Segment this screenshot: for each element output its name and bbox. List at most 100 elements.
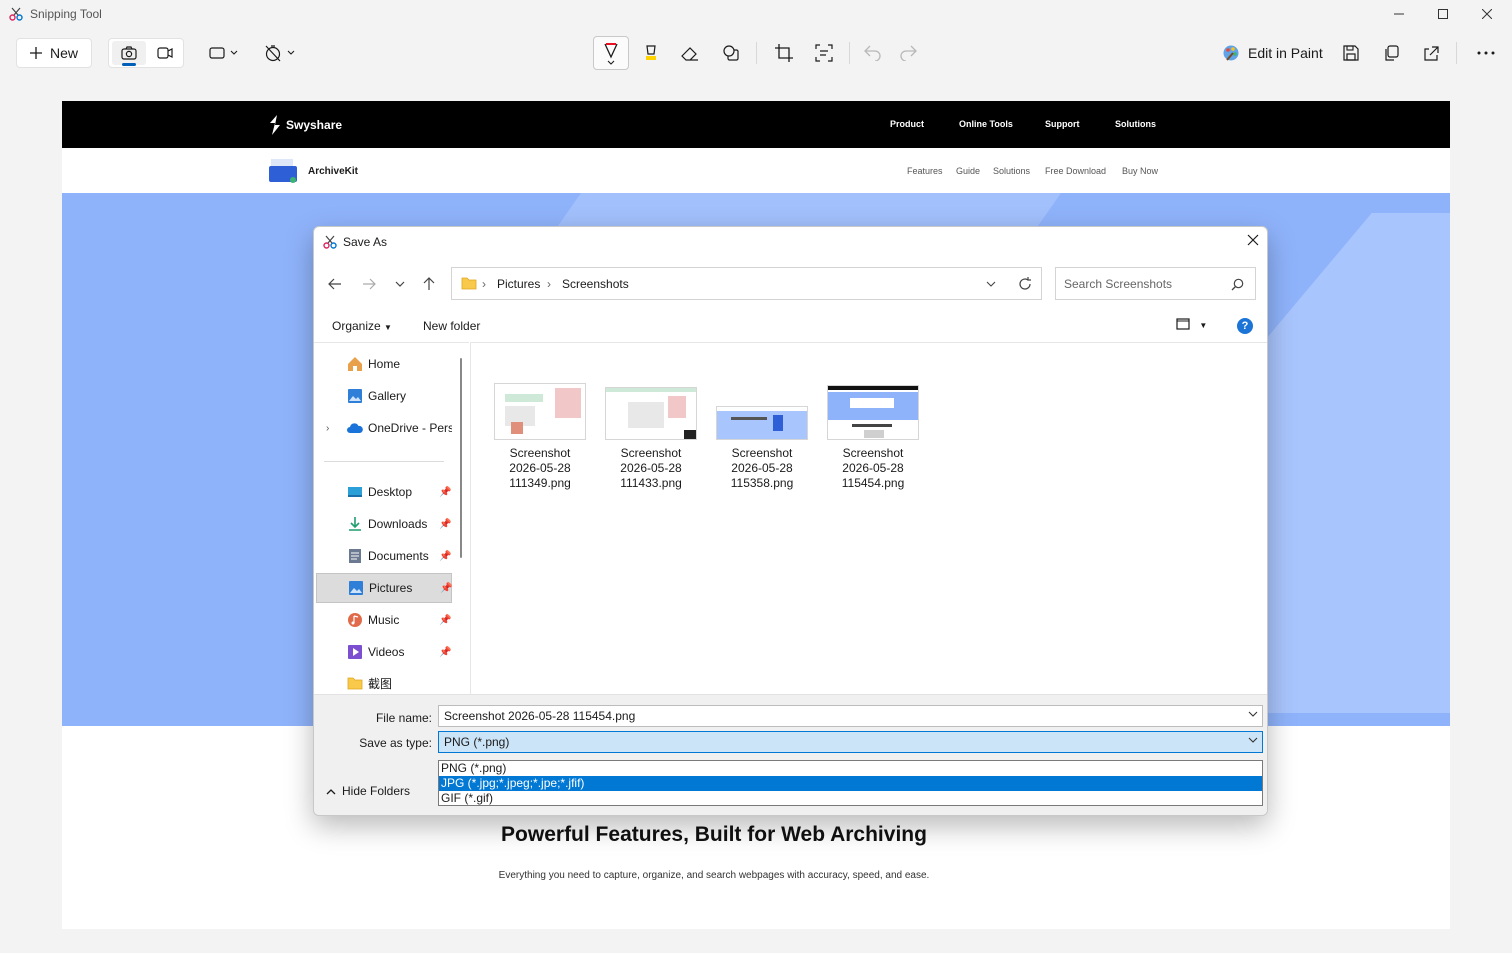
plus-icon [29, 47, 42, 59]
save-as-type-select[interactable]: PNG (*.png) [438, 731, 1263, 753]
breadcrumb-screenshots[interactable]: Screenshots [562, 277, 629, 291]
folder-icon [347, 677, 363, 690]
sidebar-item-pictures[interactable]: Pictures 📌 [316, 573, 452, 603]
crop-button[interactable] [774, 38, 794, 68]
file-item[interactable]: Screenshot 2026-05-28 111433.png [603, 383, 699, 491]
minimize-button[interactable] [1376, 0, 1422, 28]
option-gif[interactable]: GIF (*.gif) [439, 791, 1262, 806]
file-item[interactable]: Screenshot 2026-05-28 111349.png [492, 383, 588, 491]
refresh-icon[interactable] [1018, 277, 1032, 291]
arrow-up-icon [423, 277, 435, 290]
video-mode-button[interactable] [148, 41, 182, 65]
file-thumbnail [494, 383, 586, 440]
shapes-button[interactable] [721, 38, 741, 68]
navigation-row: › Pictures › Screenshots Search Screensh… [314, 267, 1267, 303]
title-bar: Snipping Tool [0, 0, 1512, 28]
text-actions-button[interactable] [814, 38, 834, 68]
organize-label: Organize [332, 319, 381, 333]
sidebar-item-desktop[interactable]: Desktop 📌 [316, 477, 452, 507]
option-jpg[interactable]: JPG (*.jpg;*.jpeg;*.jpe;*.jfif) [439, 776, 1262, 791]
file-name-line: 2026-05-28 [620, 461, 682, 475]
minimize-icon [1394, 13, 1404, 15]
view-options-button[interactable]: ▼ [1176, 318, 1207, 333]
pin-icon: 📌 [439, 486, 452, 498]
file-item[interactable]: Screenshot 2026-05-28 115358.png [714, 383, 810, 491]
more-options-button[interactable] [1476, 38, 1496, 68]
sidebar-item-documents[interactable]: Documents 📌 [316, 541, 452, 571]
up-folder-button[interactable] [421, 276, 437, 292]
sidebar-item-home[interactable]: Home [316, 349, 452, 379]
subnav-free-download: Free Download [1045, 166, 1107, 176]
toolbar-divider [756, 42, 757, 64]
delay-timer-dropdown[interactable] [262, 38, 298, 68]
sidebar-label: Gallery [368, 389, 407, 403]
file-name-line: Screenshot [620, 446, 682, 460]
maximize-button[interactable] [1420, 0, 1466, 28]
no-timer-icon [265, 45, 295, 62]
save-as-dialog: Save As › Pictures › Screenshots Search … [313, 226, 1268, 816]
sidebar-item-onedrive[interactable]: › OneDrive - Personal [316, 413, 452, 443]
sidebar-label: OneDrive - Personal [368, 421, 452, 435]
file-item[interactable]: Screenshot 2026-05-28 115454.png [825, 383, 921, 491]
screenshot-mode-button[interactable] [112, 41, 146, 66]
help-button[interactable]: ? [1237, 318, 1253, 334]
pin-icon: 📌 [439, 614, 452, 626]
recent-locations-button[interactable] [392, 276, 408, 292]
file-name-line: Screenshot [842, 446, 904, 460]
address-history-chevron-icon[interactable] [986, 281, 996, 287]
subnav-buy-now: Buy Now [1122, 166, 1159, 176]
onedrive-icon [347, 423, 363, 433]
home-icon [348, 357, 362, 371]
save-type-options: PNG (*.png) JPG (*.jpg;*.jpeg;*.jpe;*.jf… [438, 760, 1263, 806]
highlighter-button[interactable] [641, 38, 661, 68]
dialog-app-icon [323, 235, 337, 249]
chevron-up-icon [326, 788, 336, 794]
pictures-icon [349, 581, 363, 595]
snip-shape-dropdown[interactable] [206, 38, 242, 68]
view-icon [1176, 318, 1190, 330]
breadcrumb-pictures[interactable]: Pictures [497, 277, 540, 291]
new-button-label: New [49, 45, 78, 61]
search-box[interactable]: Search Screenshots [1055, 267, 1256, 300]
site-menu-online-tools: Online Tools [959, 119, 1013, 129]
file-name-field[interactable]: Screenshot 2026-05-28 115454.png [438, 705, 1263, 727]
sidebar-item-downloads[interactable]: Downloads 📌 [316, 509, 452, 539]
hide-folders-button[interactable]: Hide Folders [326, 784, 410, 798]
close-window-button[interactable] [1464, 0, 1510, 28]
navigation-scrollbar[interactable] [460, 358, 462, 558]
file-list: Screenshot 2026-05-28 111349.png Screens… [470, 342, 1267, 694]
chevron-down-icon[interactable] [1248, 709, 1258, 719]
edit-in-paint-label: Edit in Paint [1248, 45, 1323, 61]
snipping-tool-logo-icon [9, 7, 23, 21]
file-name-line: 111433.png [620, 476, 682, 490]
back-button[interactable] [327, 276, 343, 292]
copy-button[interactable] [1381, 38, 1401, 68]
file-name-line: 2026-05-28 [731, 461, 793, 475]
site-logo: Swyshare [268, 115, 342, 135]
share-button[interactable] [1421, 38, 1441, 68]
new-folder-button[interactable]: New folder [423, 319, 480, 333]
option-png[interactable]: PNG (*.png) [439, 761, 1262, 776]
paint-icon [1223, 45, 1239, 61]
edit-in-paint-button[interactable]: Edit in Paint [1222, 38, 1323, 68]
address-bar[interactable]: › Pictures › Screenshots [451, 267, 1042, 300]
sidebar-item-videos[interactable]: Videos 📌 [316, 637, 452, 667]
chevron-down-icon[interactable] [1248, 735, 1258, 745]
ballpoint-pen-button[interactable] [593, 36, 629, 70]
expand-chevron-icon[interactable]: › [326, 423, 329, 434]
sidebar-item-music[interactable]: Music 📌 [316, 605, 452, 635]
forward-button[interactable] [361, 276, 377, 292]
organize-menu[interactable]: Organize ▼ [332, 319, 392, 333]
sidebar-divider [324, 461, 444, 462]
sidebar-item-gallery[interactable]: Gallery [316, 381, 452, 411]
redo-button[interactable] [898, 38, 918, 68]
file-name-line: 2026-05-28 [509, 461, 571, 475]
save-button[interactable] [1341, 38, 1361, 68]
eraser-button[interactable] [680, 38, 700, 68]
music-icon [348, 613, 362, 627]
undo-button[interactable] [863, 38, 883, 68]
caret-down-icon: ▼ [384, 323, 392, 332]
new-snip-button[interactable]: New [16, 38, 92, 68]
dialog-close-button[interactable] [1246, 233, 1260, 247]
arrow-left-icon [328, 278, 341, 290]
